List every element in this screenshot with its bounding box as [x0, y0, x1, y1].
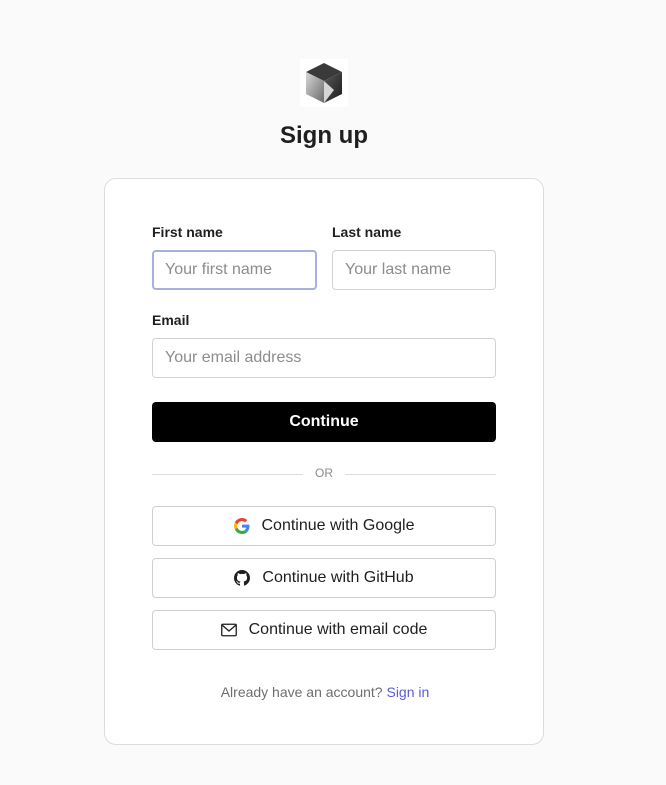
divider-text: OR — [315, 466, 333, 480]
mail-icon — [220, 623, 237, 637]
continue-with-email-code-button[interactable]: Continue with email code — [152, 610, 496, 650]
last-name-input[interactable] — [332, 250, 496, 290]
first-name-input[interactable] — [152, 250, 317, 290]
last-name-label: Last name — [332, 224, 402, 240]
app-logo — [300, 59, 348, 107]
divider-line-right — [345, 474, 496, 475]
github-button-label: Continue with GitHub — [262, 569, 414, 586]
cube-logo-icon — [306, 63, 342, 103]
page-title: Sign up — [280, 122, 368, 149]
or-divider: OR — [152, 465, 496, 483]
signup-card: First name Last name Email Continue OR C… — [104, 178, 544, 745]
email-input[interactable] — [152, 338, 496, 378]
google-icon — [233, 518, 250, 534]
email-label: Email — [152, 312, 190, 328]
email-code-button-label: Continue with email code — [248, 621, 428, 638]
continue-with-google-button[interactable]: Continue with Google — [152, 506, 496, 546]
continue-with-github-button[interactable]: Continue with GitHub — [152, 558, 496, 598]
signin-footer: Already have an account? Sign in — [105, 684, 545, 700]
signin-prompt: Already have an account? — [220, 684, 383, 700]
google-button-label: Continue with Google — [261, 517, 415, 534]
signin-link[interactable]: Sign in — [386, 684, 429, 700]
first-name-label: First name — [152, 224, 223, 240]
continue-button[interactable]: Continue — [152, 402, 496, 442]
github-icon — [234, 570, 251, 586]
